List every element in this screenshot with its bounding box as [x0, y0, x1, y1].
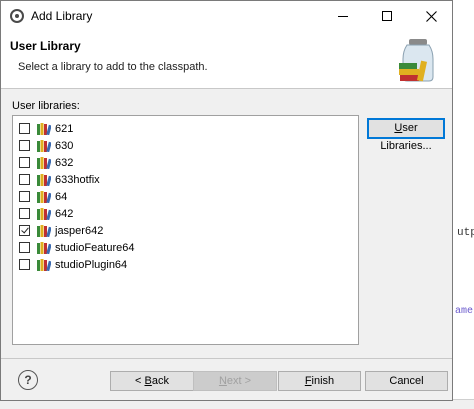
list-item[interactable]: 642: [19, 205, 73, 222]
library-books-icon: [37, 122, 51, 135]
list-item[interactable]: 632: [19, 154, 73, 171]
library-books-icon: [37, 190, 51, 203]
maximize-button[interactable]: [365, 1, 409, 31]
library-books-icon: [37, 156, 51, 169]
background-ide-editor: utp ame: [452, 0, 474, 409]
help-icon: ?: [24, 373, 32, 387]
next-button[interactable]: Next >: [193, 371, 277, 391]
button-label: ser Libraries...: [380, 122, 432, 152]
library-checkbox[interactable]: [19, 123, 30, 134]
library-books-icon: [37, 173, 51, 186]
library-checkbox[interactable]: [19, 140, 30, 151]
list-item[interactable]: studioFeature64: [19, 239, 135, 256]
library-books-icon: [37, 139, 51, 152]
page-description: Select a library to add to the classpath…: [18, 61, 208, 73]
page-title: User Library: [10, 39, 81, 53]
list-item[interactable]: 64: [19, 188, 67, 205]
button-label: ack: [151, 375, 169, 387]
back-button[interactable]: < Back: [110, 371, 194, 391]
library-books-icon: [37, 224, 51, 237]
library-name: 632: [55, 156, 74, 169]
mnemonic-letter: F: [304, 375, 312, 387]
add-library-dialog: Add Library User Library Select a librar…: [0, 0, 453, 401]
library-name: studioPlugin64: [55, 258, 128, 271]
maximize-icon: [382, 11, 392, 21]
button-label: <: [135, 375, 145, 387]
library-checkbox[interactable]: [19, 259, 30, 270]
list-item[interactable]: 621: [19, 120, 73, 137]
library-name: 633hotfix: [55, 173, 100, 186]
mnemonic-letter: B: [144, 375, 152, 387]
eclipse-icon: [10, 9, 24, 23]
wizard-banner: User Library Select a library to add to …: [1, 31, 452, 89]
minimize-icon: [338, 15, 348, 17]
library-name: studioFeature64: [55, 241, 135, 254]
button-label: inish: [311, 375, 335, 387]
library-name: jasper642: [55, 224, 104, 237]
background-code-fragment: ame: [455, 306, 474, 317]
library-checkbox[interactable]: [19, 208, 30, 219]
library-books-icon: [37, 207, 51, 220]
user-libraries-button[interactable]: User Libraries...: [367, 118, 445, 152]
finish-button[interactable]: Finish: [278, 371, 361, 391]
user-libraries-label: User libraries:: [12, 100, 80, 112]
library-name: 621: [55, 122, 74, 135]
list-item[interactable]: 630: [19, 137, 73, 154]
window-title: Add Library: [31, 9, 93, 23]
library-checkbox[interactable]: [19, 191, 30, 202]
library-checkbox[interactable]: [19, 174, 30, 185]
close-button[interactable]: [409, 1, 453, 31]
list-item[interactable]: jasper642: [19, 222, 103, 239]
button-label: ext >: [226, 375, 252, 387]
library-checkbox[interactable]: [19, 225, 30, 236]
library-name: 630: [55, 139, 74, 152]
list-item[interactable]: studioPlugin64: [19, 256, 127, 273]
user-libraries-list[interactable]: 621 630 632 633hotfix 64 642 jasper642 s…: [12, 115, 359, 345]
cancel-button[interactable]: Cancel: [365, 371, 448, 391]
library-books-icon: [37, 241, 51, 254]
library-jar-icon: [399, 39, 434, 82]
footer-separator: [1, 358, 452, 359]
help-button[interactable]: ?: [18, 370, 38, 390]
library-name: 64: [55, 190, 68, 203]
background-code-fragment: utp: [457, 227, 474, 239]
close-icon: [425, 10, 437, 22]
library-checkbox[interactable]: [19, 242, 30, 253]
minimize-button[interactable]: [321, 1, 365, 31]
mnemonic-letter: N: [218, 375, 227, 387]
library-name: 642: [55, 207, 74, 220]
library-checkbox[interactable]: [19, 157, 30, 168]
library-books-icon: [37, 258, 51, 271]
title-bar: Add Library: [1, 1, 452, 31]
list-item[interactable]: 633hotfix: [19, 171, 100, 188]
